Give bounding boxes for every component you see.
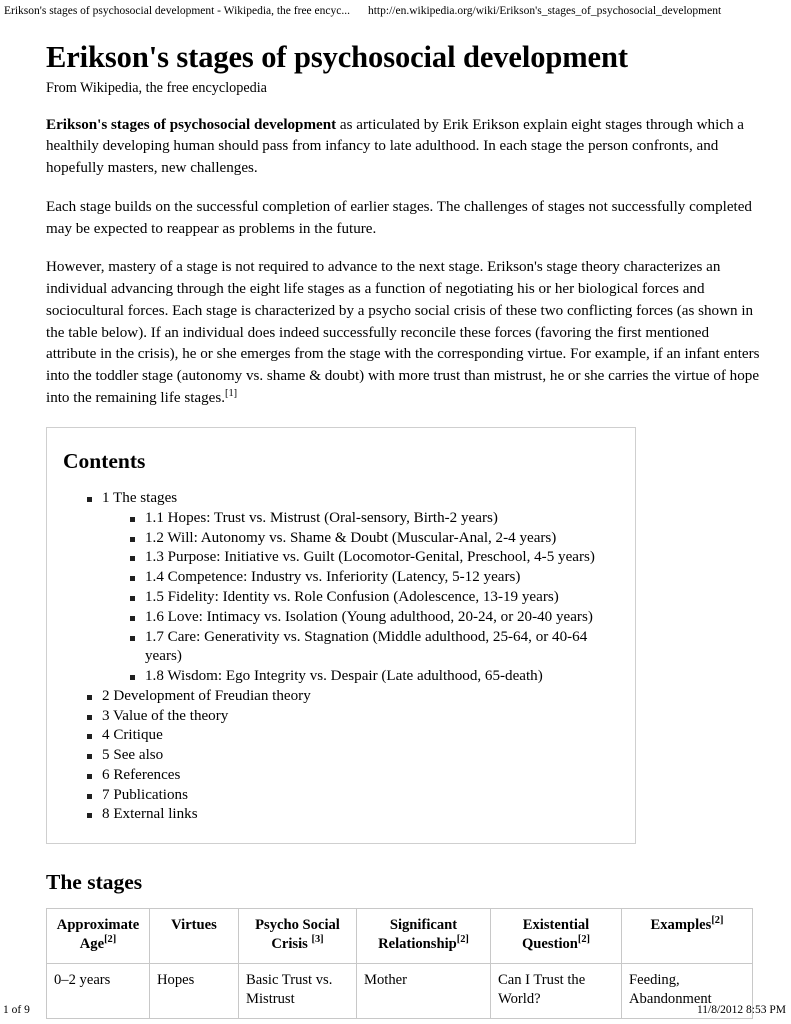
- table-column-header: Psycho Social Crisis [3]: [238, 907, 357, 964]
- lead-bold-term: Erikson's stages of psychosocial develop…: [46, 116, 337, 133]
- table-column-header-label: Examples: [650, 916, 712, 933]
- page-title: Erikson's stages of psychosocial develop…: [46, 40, 628, 74]
- toc-item-label[interactable]: 8 External links: [102, 806, 198, 822]
- toc-subitem-label[interactable]: 1.3 Purpose: Initiative vs. Guilt (Locom…: [145, 549, 595, 565]
- citation-link[interactable]: [2]: [457, 934, 469, 945]
- toc-item[interactable]: 2 Development of Freudian theory: [87, 687, 621, 707]
- print-timestamp: 11/8/2012 8:53 PM: [696, 1004, 786, 1016]
- toc-item-label[interactable]: 5 See also: [102, 747, 163, 763]
- toc-item[interactable]: 4 Critique: [87, 726, 621, 746]
- print-footer: 1 of 9 11/8/2012 8:53 PM: [0, 1000, 791, 1020]
- article-content: Erikson's stages of psychosocial develop…: [46, 40, 760, 1020]
- citation-link[interactable]: [2]: [711, 915, 723, 926]
- toc-item[interactable]: 1 The stages 1.1 Hopes: Trust vs. Mistrus…: [87, 489, 621, 687]
- table-column-header: Approximate Age[2]: [46, 907, 150, 964]
- print-header-document-title: Erikson's stages of psychosocial develop…: [4, 5, 350, 17]
- paragraph-3: However, mastery of a stage is not requi…: [46, 257, 760, 409]
- table-column-header: Existential Question[2]: [490, 907, 622, 964]
- print-header: Erikson's stages of psychosocial develop…: [0, 0, 791, 22]
- contents-list: 1 The stages 1.1 Hopes: Trust vs. Mistrus…: [61, 489, 621, 825]
- toc-subitem[interactable]: 1.4 Competence: Industry vs. Inferiority…: [130, 568, 621, 588]
- table-column-header-label: Approximate Age: [56, 916, 140, 953]
- table-column-header: Examples[2]: [621, 907, 753, 964]
- toc-subitem-label[interactable]: 1.7 Care: Generativity vs. Stagnation (M…: [145, 629, 587, 665]
- toc-subitem[interactable]: 1.5 Fidelity: Identity vs. Role Confusio…: [130, 588, 621, 608]
- toc-subitem-label[interactable]: 1.4 Competence: Industry vs. Inferiority…: [145, 569, 520, 585]
- paragraph-2: Each stage builds on the successful comp…: [46, 198, 752, 237]
- toc-subitem-label[interactable]: 1.5 Fidelity: Identity vs. Role Confusio…: [145, 589, 559, 605]
- toc-item-label[interactable]: 7 Publications: [102, 787, 188, 803]
- toc-subitem-label[interactable]: 1.8 Wisdom: Ego Integrity vs. Despair (L…: [145, 668, 543, 684]
- toc-item-label[interactable]: 2 Development of Freudian theory: [102, 688, 311, 704]
- site-tagline: From Wikipedia, the free encyclopedia: [46, 79, 267, 96]
- toc-subitem[interactable]: 1.2 Will: Autonomy vs. Shame & Doubt (Mu…: [130, 529, 621, 549]
- table-column-header: Virtues: [149, 907, 239, 964]
- table-column-header-label: Psycho Social Crisis: [255, 916, 340, 953]
- toc-item-label[interactable]: 6 References: [102, 767, 180, 783]
- section-heading-the-stages: The stages: [46, 870, 143, 895]
- citation-link[interactable]: [2]: [578, 934, 590, 945]
- toc-sublist: 1.1 Hopes: Trust vs. Mistrust (Oral-sens…: [102, 509, 621, 687]
- toc-item-label[interactable]: 3 Value of the theory: [102, 708, 228, 724]
- toc-item[interactable]: 7 Publications: [87, 786, 621, 806]
- toc-item[interactable]: 5 See also: [87, 746, 621, 766]
- table-column-header-label: Virtues: [171, 916, 217, 933]
- lead-paragraph: Erikson's stages of psychosocial develop…: [46, 115, 760, 180]
- page-number: 1 of 9: [3, 1004, 30, 1016]
- toc-subitem[interactable]: 1.1 Hopes: Trust vs. Mistrust (Oral-sens…: [130, 509, 621, 529]
- toc-subitem[interactable]: 1.8 Wisdom: Ego Integrity vs. Despair (L…: [130, 667, 621, 687]
- contents-heading: Contents: [63, 448, 146, 473]
- toc-subitem[interactable]: 1.7 Care: Generativity vs. Stagnation (M…: [130, 628, 621, 668]
- toc-subitem[interactable]: 1.6 Love: Intimacy vs. Isolation (Young …: [130, 608, 621, 628]
- toc-subitem-label[interactable]: 1.6 Love: Intimacy vs. Isolation (Young …: [145, 609, 593, 625]
- citation-link-1[interactable]: [1]: [225, 388, 237, 399]
- toc-subitem[interactable]: 1.3 Purpose: Initiative vs. Guilt (Locom…: [130, 548, 621, 568]
- citation-link[interactable]: [2]: [104, 934, 116, 945]
- toc-item[interactable]: 3 Value of the theory: [87, 707, 621, 727]
- toc-item-label[interactable]: 1 The stages: [102, 490, 177, 506]
- table-header-row: Approximate Age[2] Virtues Psycho Social C…: [46, 907, 753, 964]
- print-header-url: http://en.wikipedia.org/wiki/Erikson's_s…: [367, 5, 722, 17]
- table-column-header-label: Significant Relationship: [378, 916, 458, 953]
- toc-item-label[interactable]: 4 Critique: [102, 727, 163, 743]
- citation-link[interactable]: [3]: [312, 934, 324, 945]
- toc-subitem-label[interactable]: 1.1 Hopes: Trust vs. Mistrust (Oral-sens…: [145, 510, 498, 526]
- table-column-header: Significant Relationship[2]: [356, 907, 491, 964]
- toc-item[interactable]: 6 References: [87, 766, 621, 786]
- paragraph-3-text: However, mastery of a stage is not requi…: [46, 259, 760, 406]
- toc-item[interactable]: 8 External links: [87, 805, 621, 825]
- table-of-contents: Contents 1 The stages 1.1 Hopes: Trust vs…: [46, 426, 636, 845]
- toc-subitem-label[interactable]: 1.2 Will: Autonomy vs. Shame & Doubt (Mu…: [145, 530, 556, 546]
